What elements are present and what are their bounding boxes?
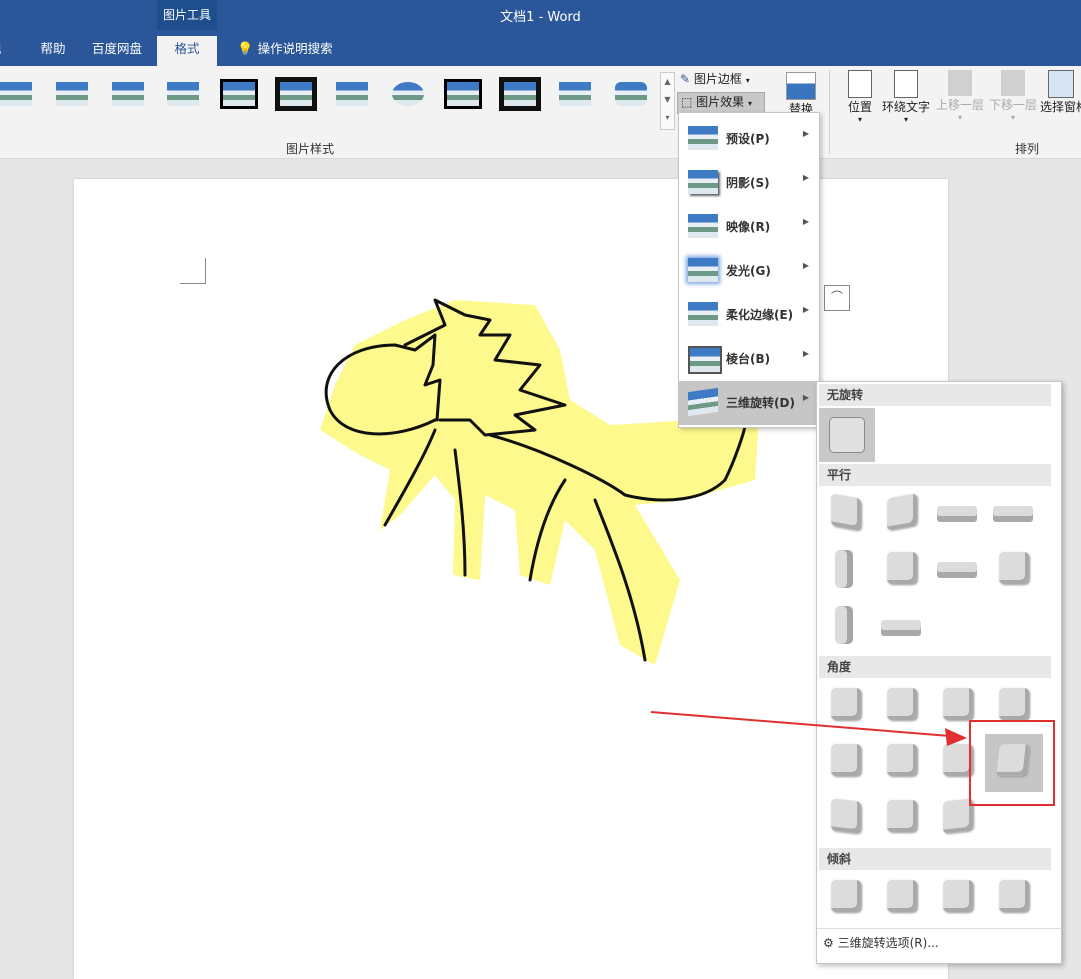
picture-style-thumb[interactable]: [388, 78, 428, 112]
chevron-down-icon: ▾: [903, 115, 908, 124]
tab-format[interactable]: 格式: [157, 36, 217, 66]
tab-help[interactable]: 帮助: [33, 36, 73, 66]
layout-options-icon[interactable]: ⌒: [824, 285, 850, 311]
chevron-down-icon: ▾: [745, 76, 750, 85]
selection-pane-icon: [1048, 70, 1074, 98]
parallel-rotation-option[interactable]: [937, 562, 977, 578]
chevron-down-icon: ▾: [957, 113, 962, 122]
options-icon: ⚙: [823, 936, 834, 950]
section-oblique: 倾斜: [819, 848, 1051, 870]
lightbulb-icon: 💡: [237, 42, 254, 57]
tell-me-search[interactable]: 💡 操作说明搜索: [230, 36, 340, 66]
gallery-scroll[interactable]: ▲ ▼ ▾: [660, 72, 675, 130]
submenu-arrow-icon: ▶: [802, 393, 809, 402]
margin-corner-mark: [180, 258, 206, 284]
picture-style-thumb[interactable]: [555, 78, 595, 112]
bring-forward-icon: [948, 70, 972, 96]
menu-item-reflection[interactable]: 映像(R) ▶: [679, 205, 819, 249]
bevel-icon: [688, 346, 722, 374]
menu-item-3d-rotation[interactable]: 三维旋转(D) ▶: [679, 381, 819, 425]
3d-rotation-gallery: 无旋转 平行 角度 倾斜 ⚙ 三维旋转选项(R)...: [816, 381, 1062, 964]
menu-item-bevel[interactable]: 棱台(B) ▶: [679, 337, 819, 381]
send-backward-icon: [1001, 70, 1025, 96]
oblique-rotation-option[interactable]: [887, 880, 917, 912]
no-rotation-option[interactable]: [819, 408, 875, 462]
picture-style-thumb[interactable]: [443, 78, 483, 112]
picture-icon: [786, 72, 816, 100]
section-parallel: 平行: [819, 464, 1051, 486]
tab-baidu-netdisk[interactable]: 百度网盘: [86, 36, 148, 66]
oblique-rotation-option[interactable]: [943, 880, 973, 912]
picture-style-thumb[interactable]: [275, 77, 317, 112]
menu-item-glow[interactable]: 发光(G) ▶: [679, 249, 819, 293]
picture-style-thumb[interactable]: [499, 77, 541, 112]
perspective-rotation-option[interactable]: [831, 798, 861, 834]
flat-square-icon: [829, 417, 865, 453]
wrap-text-button[interactable]: 环绕文字 ▾: [880, 70, 932, 130]
divider: [817, 928, 1061, 929]
tell-me-label: 操作说明搜索: [257, 41, 333, 56]
picture-style-thumb[interactable]: [0, 78, 36, 112]
picture-style-thumb[interactable]: [219, 78, 259, 112]
arrange-group-label: 排列: [1015, 142, 1040, 156]
soft-edges-icon: [688, 302, 718, 326]
window-title: 文档1 - Word: [500, 10, 581, 25]
submenu-arrow-icon: ▶: [802, 173, 809, 182]
perspective-rotation-option[interactable]: [887, 800, 917, 832]
oblique-rotation-option[interactable]: [999, 880, 1029, 912]
chevron-down-icon: ▾: [1010, 113, 1015, 122]
menu-item-soft-edges[interactable]: 柔化边缘(E) ▶: [679, 293, 819, 337]
chevron-down-icon: ▾: [748, 99, 753, 108]
tab-view[interactable]: 视图: [0, 36, 14, 82]
submenu-arrow-icon: ▶: [802, 217, 809, 226]
selection-pane-button[interactable]: 选择窗格: [1040, 70, 1081, 130]
picture-effects-button[interactable]: ⬚ 图片效果 ▾: [677, 92, 765, 114]
picture-styles-group-label: 图片样式: [286, 142, 335, 156]
perspective-rotation-option[interactable]: [999, 688, 1029, 720]
group-separator: [829, 70, 830, 154]
submenu-arrow-icon: ▶: [802, 349, 809, 358]
parallel-rotation-option[interactable]: [881, 620, 921, 636]
submenu-arrow-icon: ▶: [802, 129, 809, 138]
reflection-icon: [688, 214, 718, 238]
parallel-rotation-option[interactable]: [887, 493, 917, 531]
menu-item-preset[interactable]: 预设(P) ▶: [679, 117, 819, 161]
picture-style-thumb[interactable]: [611, 78, 651, 112]
submenu-arrow-icon: ▶: [802, 305, 809, 314]
parallel-rotation-option[interactable]: [887, 552, 917, 584]
parallel-rotation-option[interactable]: [831, 493, 861, 531]
3d-rotation-icon: [688, 387, 718, 417]
preset-icon: [688, 126, 718, 150]
effects-icon: ⬚: [681, 95, 693, 109]
send-backward-button[interactable]: 下移一层 ▾: [987, 70, 1039, 130]
picture-effects-menu: 预设(P) ▶ 阴影(S) ▶ 映像(R) ▶ 发光(G) ▶ 柔化边缘(E) …: [678, 112, 820, 428]
annotation-arrow: [650, 711, 967, 746]
3d-rotation-options-link[interactable]: ⚙ 三维旋转选项(R)...: [823, 934, 1043, 954]
picture-border-button[interactable]: ✎ 图片边框 ▾: [680, 70, 764, 88]
section-no-rotation: 无旋转: [819, 384, 1051, 406]
position-icon: [848, 70, 872, 98]
glow-icon: [688, 258, 718, 282]
parallel-rotation-option[interactable]: [937, 506, 977, 522]
parallel-rotation-option[interactable]: [999, 552, 1029, 584]
parallel-rotation-option[interactable]: [993, 506, 1033, 522]
chevron-down-icon: ▾: [857, 115, 862, 124]
section-perspective: 角度: [819, 656, 1051, 678]
picture-style-thumb[interactable]: [52, 78, 92, 112]
wrap-text-icon: [894, 70, 918, 98]
parallel-rotation-option[interactable]: [835, 606, 853, 644]
replace-picture-button[interactable]: 替换: [784, 72, 818, 116]
position-button[interactable]: 位置 ▾: [843, 70, 877, 130]
highlight-box: [969, 720, 1055, 806]
submenu-arrow-icon: ▶: [802, 261, 809, 270]
bring-forward-button[interactable]: 上移一层 ▾: [934, 70, 986, 130]
oblique-rotation-option[interactable]: [831, 880, 861, 912]
pen-icon: ✎: [680, 72, 691, 86]
shadow-icon: [688, 170, 718, 194]
picture-style-thumb[interactable]: [163, 78, 203, 112]
menu-item-shadow[interactable]: 阴影(S) ▶: [679, 161, 819, 205]
picture-style-thumb[interactable]: [332, 78, 372, 112]
parallel-rotation-option[interactable]: [835, 550, 853, 588]
picture-style-thumb[interactable]: [108, 78, 148, 112]
